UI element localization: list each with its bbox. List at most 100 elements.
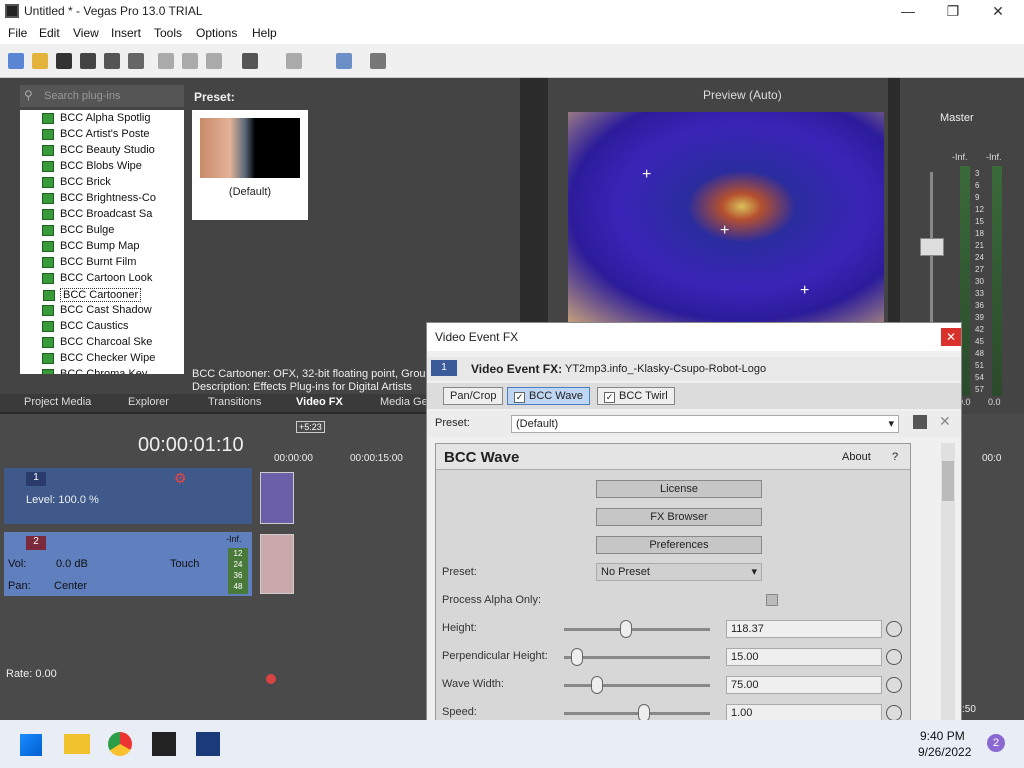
dialog-scrollbar[interactable] [941, 443, 955, 721]
close-icon[interactable]: ✕ [990, 3, 1006, 19]
param-value[interactable]: 15.00 [726, 648, 882, 666]
plugin-item[interactable]: BCC Cartoon Look [42, 272, 152, 284]
chain-pan-crop[interactable]: Pan/Crop [443, 387, 504, 405]
audio-track-header[interactable]: 2 Vol: 0.0 dB Touch Pan: Center -Inf. 12… [4, 532, 252, 596]
clock-date[interactable]: 9/26/2022 [918, 745, 971, 759]
save-preset-icon[interactable] [913, 415, 927, 429]
param-slider[interactable] [564, 628, 710, 631]
dialog-preset-dropdown[interactable]: (Default) ▾ [511, 415, 899, 433]
tab-transitions[interactable]: Transitions [208, 396, 261, 408]
menu-view[interactable]: View [73, 26, 99, 40]
plugin-item[interactable]: BCC Brightness-Co [42, 192, 156, 204]
plugin-item[interactable]: BCC Cast Shadow [42, 304, 152, 316]
plugin-item[interactable]: BCC Beauty Studio [42, 144, 155, 156]
audio-event-clip[interactable] [260, 534, 294, 594]
vegas-taskbar-icon[interactable] [152, 732, 176, 756]
menu-tools[interactable]: Tools [154, 26, 182, 40]
plugin-list[interactable]: BCC Alpha Spotlig BCC Artist's Poste BCC B… [20, 110, 184, 374]
chrome-icon[interactable] [108, 732, 132, 756]
chain-bcc-wave[interactable]: ✓ BCC Wave [507, 387, 590, 405]
menu-options[interactable]: Options [196, 26, 237, 40]
license-button[interactable]: License [596, 480, 762, 498]
param-value[interactable]: 118.37 [726, 620, 882, 638]
plugin-item-label: BCC Caustics [60, 320, 129, 332]
tab-project-media[interactable]: Project Media [24, 396, 91, 408]
fx-gear-icon[interactable]: ⚙ [174, 470, 187, 487]
open-icon[interactable] [32, 53, 48, 69]
fx-browser-button[interactable]: FX Browser [596, 508, 762, 526]
render-icon[interactable] [104, 53, 120, 69]
plugin-icon [42, 337, 54, 348]
tab-video-fx[interactable]: Video FX [296, 396, 343, 408]
param-slider[interactable] [564, 656, 710, 659]
new-icon[interactable] [8, 53, 24, 69]
keyframe-clock-icon[interactable] [886, 705, 902, 721]
menu-insert[interactable]: Insert [111, 26, 141, 40]
menu-help[interactable]: Help [252, 26, 277, 40]
timeline-marker[interactable]: +5:23 [296, 421, 325, 433]
keyframe-clock-icon[interactable] [886, 677, 902, 693]
plugin-item[interactable]: BCC Burnt Film [42, 256, 136, 268]
plugin-item[interactable]: BCC Alpha Spotlig [42, 112, 151, 124]
plugin-item[interactable]: BCC Brick [42, 176, 111, 188]
plugin-item[interactable]: BCC Charcoal Ske [42, 336, 152, 348]
preferences-button[interactable]: Preferences [596, 536, 762, 554]
param-slider[interactable] [564, 684, 710, 687]
param-slider-knob[interactable] [590, 676, 603, 694]
properties-icon[interactable] [128, 53, 144, 69]
maximize-icon[interactable]: ❐ [945, 3, 961, 19]
plugin-item[interactable]: BCC Checker Wipe [42, 352, 155, 364]
save-as-icon[interactable] [80, 53, 96, 69]
inner-preset-dropdown[interactable]: No Preset ▾ [596, 563, 762, 581]
bluestacks-icon[interactable] [196, 732, 220, 756]
plugin-item[interactable]: BCC Blobs Wipe [42, 160, 142, 172]
param-slider-knob[interactable] [620, 620, 632, 638]
param-slider-knob[interactable] [571, 648, 583, 666]
undo-icon[interactable] [242, 53, 258, 69]
whats-this-icon[interactable] [370, 53, 386, 69]
alpha-checkbox[interactable] [766, 594, 778, 606]
start-icon[interactable] [20, 734, 42, 756]
checkbox-icon[interactable]: ✓ [514, 392, 525, 403]
file-explorer-icon[interactable] [64, 734, 90, 754]
help-button[interactable]: ? [892, 451, 898, 463]
timecode-display[interactable]: 00:00:01:10 [138, 434, 244, 457]
scrollbar-thumb[interactable] [942, 461, 954, 501]
dialog-close-icon[interactable]: ✕ [941, 328, 961, 346]
cut-icon[interactable] [158, 53, 174, 69]
save-icon[interactable] [56, 53, 72, 69]
plugin-search-box[interactable]: ⚲ Search plug-ins [20, 85, 184, 107]
plugin-item[interactable]: BCC Cartooner [43, 288, 142, 302]
master-fader-knob[interactable] [920, 238, 944, 256]
copy-icon[interactable] [182, 53, 198, 69]
record-icon[interactable] [266, 674, 276, 684]
plugin-item[interactable]: BCC Chroma Key [42, 368, 147, 374]
menu-file[interactable]: File [8, 26, 27, 40]
clock-time[interactable]: 9:40 PM [920, 729, 965, 743]
notification-badge[interactable]: 2 [987, 734, 1005, 752]
plugin-item[interactable]: BCC Caustics [42, 320, 129, 332]
tab-explorer[interactable]: Explorer [128, 396, 169, 408]
video-event-clip[interactable] [260, 472, 294, 524]
redo-icon[interactable] [286, 53, 302, 69]
delete-preset-icon[interactable]: ✕ [939, 413, 951, 430]
video-track-header[interactable]: 1 Level: 100.0 % ⚙ [4, 468, 252, 524]
minimize-icon[interactable]: — [900, 3, 916, 19]
paste-icon[interactable] [206, 53, 222, 69]
menu-edit[interactable]: Edit [39, 26, 60, 40]
automation-mode[interactable]: Touch [170, 558, 199, 570]
plugin-item[interactable]: BCC Artist's Poste [42, 128, 150, 140]
about-button[interactable]: About [842, 451, 871, 463]
plugin-item[interactable]: BCC Bump Map [42, 240, 139, 252]
plugin-item[interactable]: BCC Broadcast Sa [42, 208, 152, 220]
plugin-item[interactable]: BCC Bulge [42, 224, 114, 236]
param-value[interactable]: 75.00 [726, 676, 882, 694]
preview-quality-dropdown[interactable]: Preview (Auto) [703, 88, 782, 102]
keyframe-clock-icon[interactable] [886, 621, 902, 637]
chain-bcc-twirl[interactable]: ✓ BCC Twirl [597, 387, 675, 405]
keyframe-clock-icon[interactable] [886, 649, 902, 665]
checkbox-icon[interactable]: ✓ [604, 392, 615, 403]
preset-thumbnail[interactable]: (Default) [192, 110, 308, 220]
param-slider[interactable] [564, 712, 710, 715]
pencil-icon[interactable] [336, 53, 352, 69]
